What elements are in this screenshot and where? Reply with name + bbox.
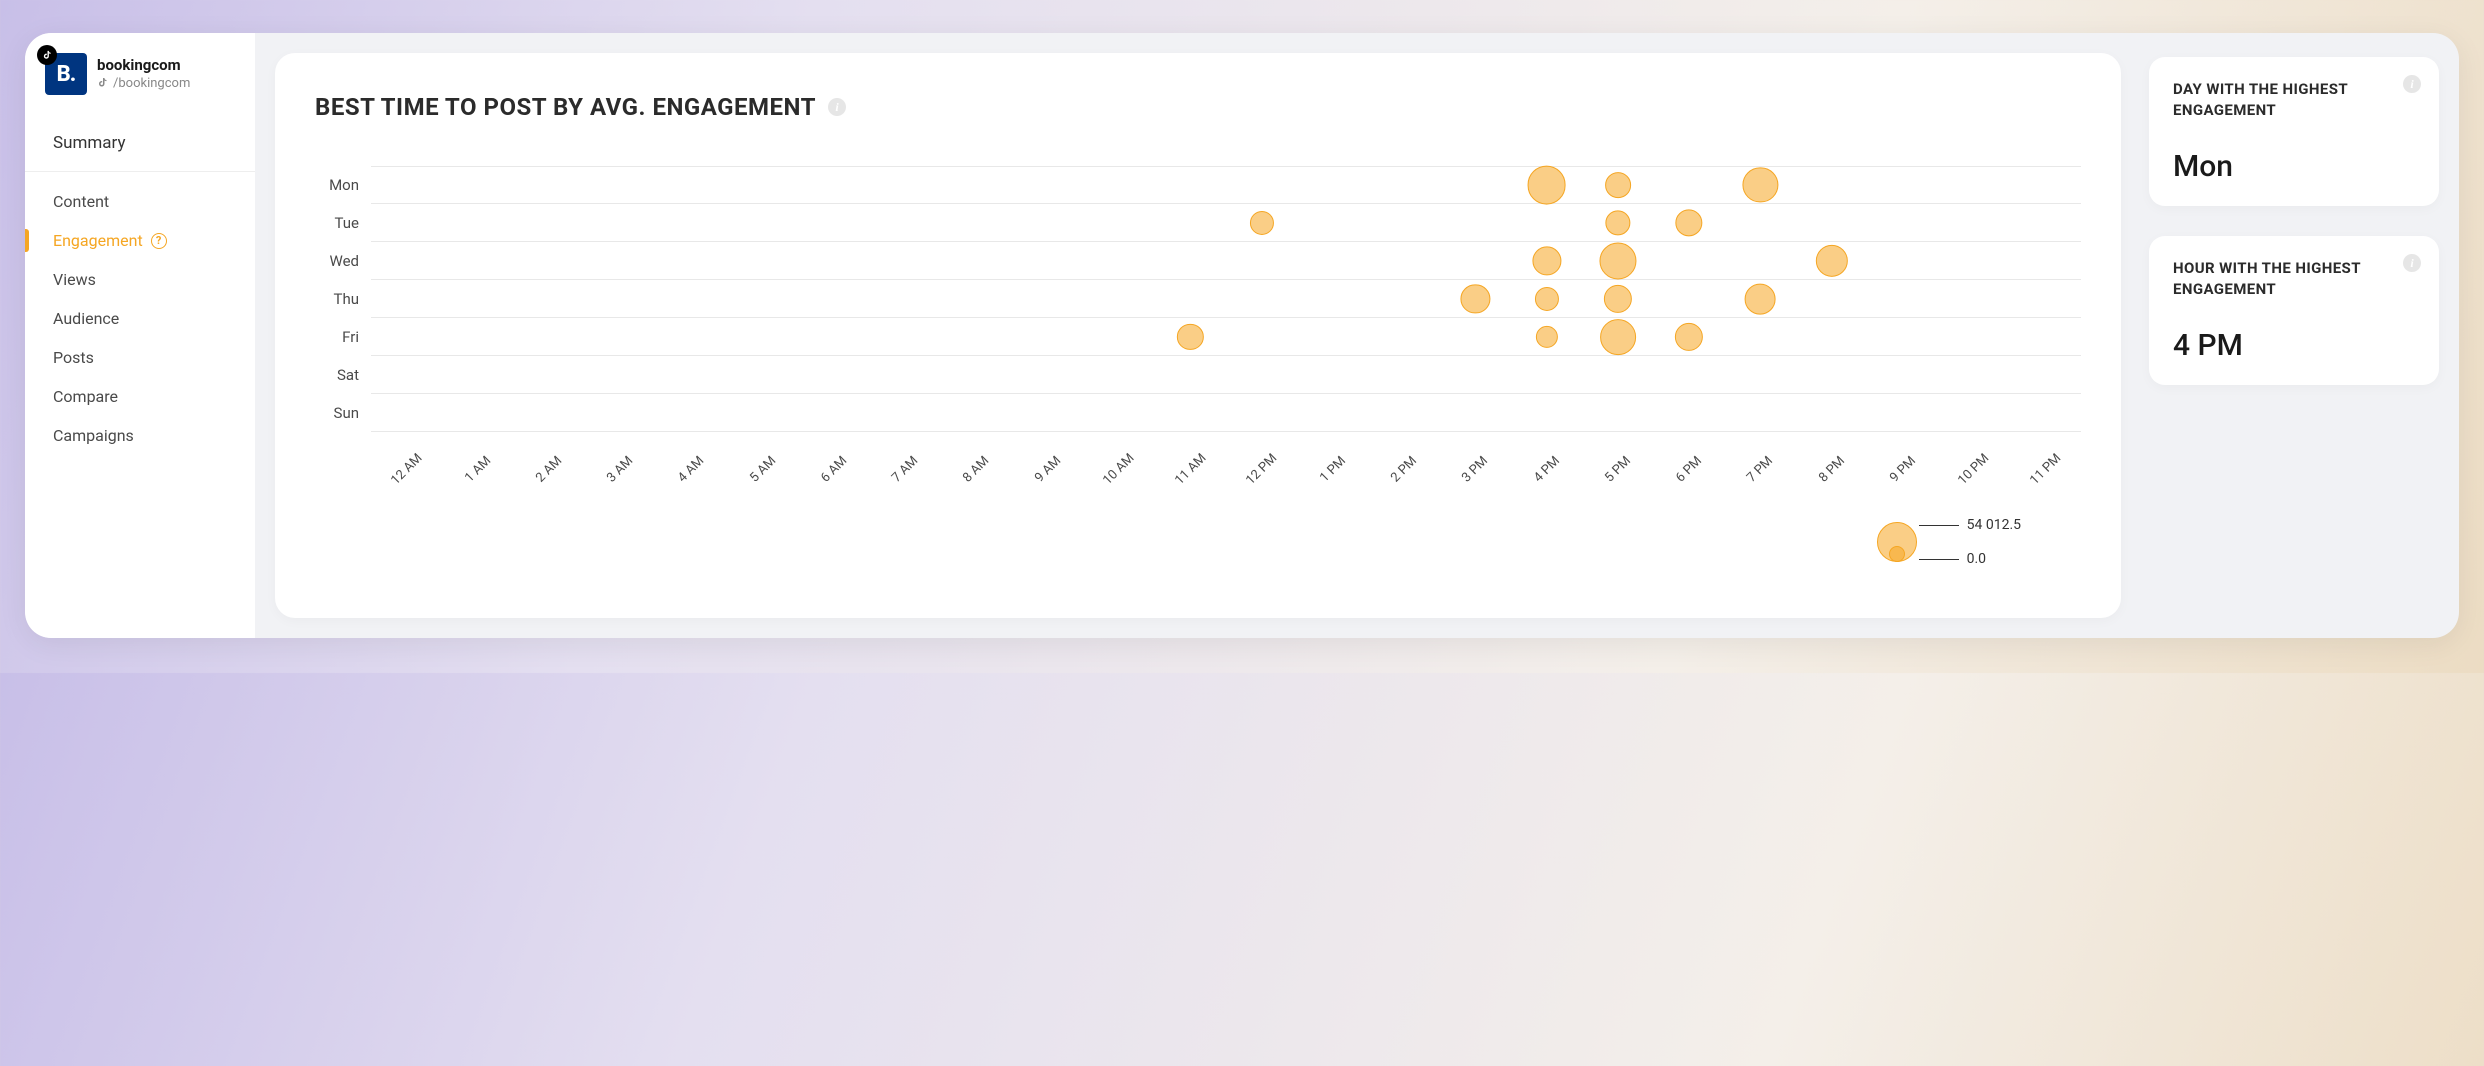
nav-item-label: Campaigns <box>53 426 134 445</box>
y-tick-label: Tue <box>315 204 359 242</box>
tiktok-small-icon <box>97 74 109 93</box>
nav-item-label: Engagement <box>53 231 143 250</box>
info-icon[interactable]: i <box>2403 254 2421 272</box>
grid-row <box>371 356 2081 394</box>
data-bubble[interactable] <box>1599 242 1636 279</box>
profile-name: bookingcom <box>97 56 190 74</box>
x-tick-label: 10 PM <box>1956 450 1993 487</box>
x-tick-label: 7 PM <box>1744 453 1776 485</box>
stat-card-hour: i HOUR WITH THE HIGHEST ENGAGEMENT 4 PM <box>2149 236 2439 385</box>
x-tick-label: 6 PM <box>1673 453 1705 485</box>
data-bubble[interactable] <box>1605 172 1631 198</box>
x-axis-labels: 12 AM 1 AM 2 AM 3 AM 4 AM 5 AM 6 AM 7 AM 8 AM 9 A… <box>371 446 2081 492</box>
y-axis-labels: MonTueWedThuFriSatSun <box>315 166 371 446</box>
x-tick-label: 11 AM <box>1172 450 1209 487</box>
stats-column: i DAY WITH THE HIGHEST ENGAGEMENT Mon i … <box>2149 53 2439 618</box>
data-bubble[interactable] <box>1600 319 1636 355</box>
profile-header[interactable]: B. bookingcom /bookingcom <box>25 53 255 113</box>
size-legend: 54 012.5 0.0 <box>315 517 2081 567</box>
sidebar: B. bookingcom /bookingcom Summary Content… <box>25 33 255 638</box>
stat-hour-label: HOUR WITH THE HIGHEST ENGAGEMENT <box>2173 258 2363 300</box>
chart-area: MonTueWedThuFriSatSun <box>315 166 2081 446</box>
x-tick-label: 6 AM <box>818 453 850 485</box>
grid-row <box>371 204 2081 242</box>
profile-handle: /bookingcom <box>113 76 190 91</box>
legend-bubble-large <box>1877 522 1917 562</box>
x-tick-label: 3 PM <box>1459 453 1491 485</box>
data-bubble[interactable] <box>1461 284 1490 313</box>
x-tick-label: 5 AM <box>747 453 779 485</box>
data-bubble[interactable] <box>1527 166 1566 205</box>
y-tick-label: Thu <box>315 280 359 318</box>
x-tick-label: 11 PM <box>2027 450 2064 487</box>
grid-row <box>371 318 2081 356</box>
x-tick-label: 1 AM <box>462 453 494 485</box>
info-icon[interactable]: i <box>2403 75 2421 93</box>
x-tick-label: 10 AM <box>1100 450 1137 487</box>
x-tick-label: 8 PM <box>1816 453 1848 485</box>
data-bubble[interactable] <box>1532 246 1561 275</box>
avatar-wrap: B. <box>45 53 87 95</box>
sidebar-item-content[interactable]: Content <box>25 182 255 221</box>
stat-day-value: Mon <box>2173 149 2415 184</box>
sidebar-item-engagement[interactable]: Engagement? <box>25 221 255 260</box>
legend-bubble-small <box>1889 546 1905 562</box>
data-bubble[interactable] <box>1745 284 1776 315</box>
sidebar-nav: Summary Content Engagement? Views Audience Po… <box>25 113 255 455</box>
sidebar-item-compare[interactable]: Compare <box>25 377 255 416</box>
x-tick-label: 5 PM <box>1602 453 1634 485</box>
y-tick-label: Fri <box>315 318 359 356</box>
nav-item-label: Views <box>53 270 96 289</box>
stat-card-day: i DAY WITH THE HIGHEST ENGAGEMENT Mon <box>2149 57 2439 206</box>
legend-min-label: 0.0 <box>1967 551 1986 567</box>
tiktok-icon <box>37 45 57 65</box>
nav-item-label: Posts <box>53 348 94 367</box>
stat-hour-value: 4 PM <box>2173 328 2415 363</box>
nav-item-label: Summary <box>53 133 125 153</box>
sidebar-item-campaigns[interactable]: Campaigns <box>25 416 255 455</box>
sidebar-item-posts[interactable]: Posts <box>25 338 255 377</box>
x-tick-label: 3 AM <box>604 453 636 485</box>
legend-max-label: 54 012.5 <box>1967 517 2021 533</box>
grid-row <box>371 394 2081 432</box>
grid-row <box>371 166 2081 204</box>
y-tick-label: Mon <box>315 166 359 204</box>
nav-item-label: Audience <box>53 309 119 328</box>
profile-texts: bookingcom /bookingcom <box>97 56 190 93</box>
x-tick-label: 4 PM <box>1531 453 1563 485</box>
y-tick-label: Wed <box>315 242 359 280</box>
nav-item-label: Content <box>53 192 109 211</box>
sidebar-item-audience[interactable]: Audience <box>25 299 255 338</box>
x-tick-label: 9 PM <box>1887 453 1919 485</box>
x-tick-label: 2 AM <box>533 453 565 485</box>
y-tick-label: Sun <box>315 394 359 432</box>
x-tick-label: 8 AM <box>961 453 993 485</box>
x-tick-label: 12 PM <box>1243 450 1280 487</box>
app-container: B. bookingcom /bookingcom Summary Content… <box>25 33 2459 638</box>
help-icon[interactable]: ? <box>151 233 167 249</box>
sidebar-item-summary[interactable]: Summary <box>25 123 255 172</box>
chart-title-row: BEST TIME TO POST BY AVG. ENGAGEMENT i <box>315 93 2081 121</box>
x-tick-label: 9 AM <box>1032 453 1064 485</box>
x-tick-label: 4 AM <box>676 453 708 485</box>
stat-day-label: DAY WITH THE HIGHEST ENGAGEMENT <box>2173 79 2363 121</box>
x-tick-label: 12 AM <box>388 450 425 487</box>
chart-grid[interactable] <box>371 166 2081 446</box>
x-tick-label: 7 AM <box>889 453 921 485</box>
grid-row <box>371 280 2081 318</box>
nav-item-label: Compare <box>53 387 118 406</box>
chart-title: BEST TIME TO POST BY AVG. ENGAGEMENT <box>315 93 816 121</box>
chart-card: BEST TIME TO POST BY AVG. ENGAGEMENT i M… <box>275 53 2121 618</box>
main: BEST TIME TO POST BY AVG. ENGAGEMENT i M… <box>255 33 2459 638</box>
sidebar-item-views[interactable]: Views <box>25 260 255 299</box>
x-tick-label: 1 PM <box>1317 453 1349 485</box>
info-icon[interactable]: i <box>828 98 846 116</box>
x-tick-label: 2 PM <box>1388 453 1420 485</box>
y-tick-label: Sat <box>315 356 359 394</box>
